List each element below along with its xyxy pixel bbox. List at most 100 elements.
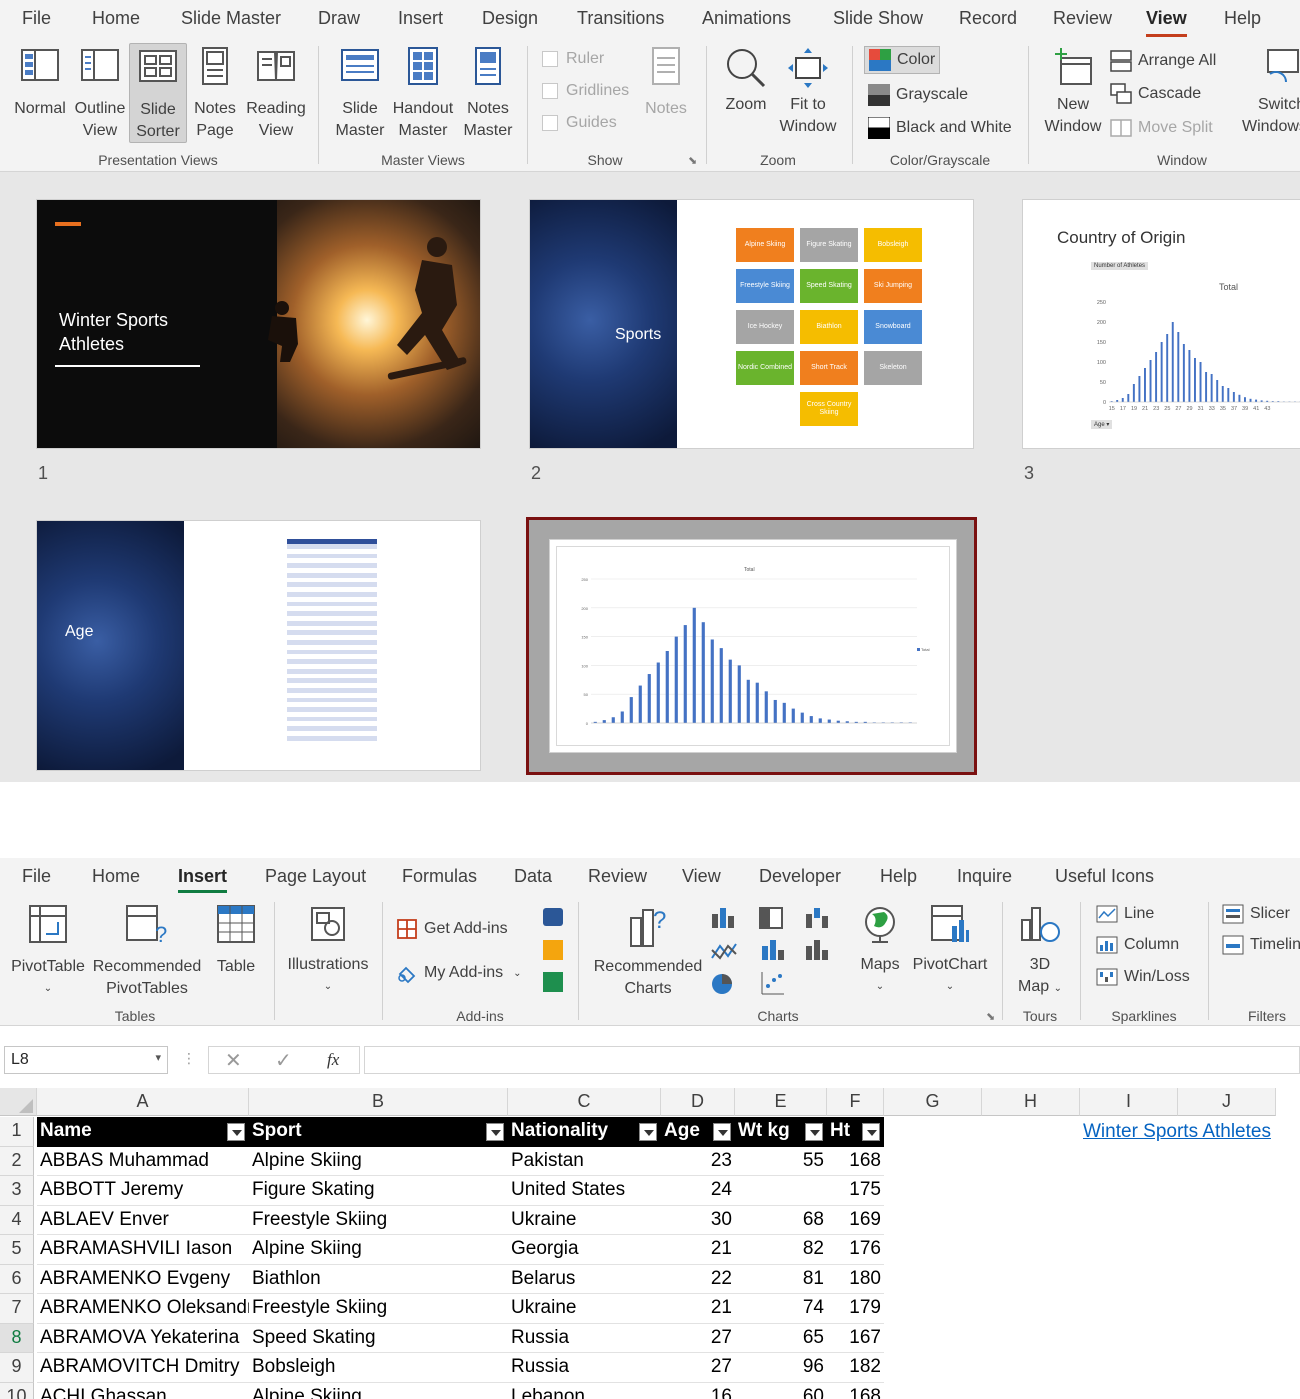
xl-tab-data[interactable]: Data bbox=[514, 866, 552, 887]
notes-button[interactable]: Notes bbox=[642, 46, 690, 126]
pivotchart-button[interactable]: PivotChart ⌄ bbox=[910, 904, 990, 1000]
table-cell[interactable]: Russia bbox=[508, 1324, 661, 1353]
table-cell[interactable]: 81 bbox=[735, 1265, 827, 1294]
filter-dropdown-icon[interactable] bbox=[862, 1123, 880, 1141]
xl-tab-developer[interactable]: Developer bbox=[759, 866, 841, 887]
table-cell[interactable]: 82 bbox=[735, 1235, 827, 1265]
ppt-tab-slide-master[interactable]: Slide Master bbox=[181, 8, 281, 29]
table-cell[interactable]: Pakistan bbox=[508, 1147, 661, 1176]
xl-tab-useful-icons[interactable]: Useful Icons bbox=[1055, 866, 1154, 887]
gridlines-checkbox[interactable]: Gridlines bbox=[542, 82, 629, 100]
row-header[interactable]: 2 bbox=[0, 1146, 34, 1176]
table-cell[interactable]: 27 bbox=[661, 1324, 735, 1353]
table-cell[interactable]: Bobsleigh bbox=[249, 1353, 508, 1383]
table-cell[interactable]: 24 bbox=[661, 1176, 735, 1206]
table-header-cell[interactable]: Nationality bbox=[508, 1117, 661, 1147]
column-header[interactable]: I bbox=[1080, 1088, 1178, 1116]
ppt-tab-home[interactable]: Home bbox=[92, 8, 140, 29]
table-cell[interactable]: ABBOTT Jeremy bbox=[37, 1176, 249, 1206]
black-and-white-button[interactable]: Black and White bbox=[868, 117, 1012, 139]
filter-dropdown-icon[interactable] bbox=[805, 1123, 823, 1141]
table-cell[interactable]: 180 bbox=[827, 1265, 884, 1294]
table-cell[interactable]: 23 bbox=[661, 1147, 735, 1176]
column-header[interactable]: A bbox=[37, 1088, 249, 1116]
name-box[interactable]: L8 ▾ bbox=[4, 1046, 168, 1074]
get-addins-button[interactable]: Get Add-ins bbox=[396, 918, 508, 940]
xl-tab-insert[interactable]: Insert bbox=[178, 866, 228, 893]
zoom-button[interactable]: Zoom bbox=[718, 46, 774, 146]
column-header[interactable]: H bbox=[982, 1088, 1080, 1116]
table-cell[interactable]: Alpine Skiing bbox=[249, 1147, 508, 1176]
filter-dropdown-icon[interactable] bbox=[486, 1123, 504, 1141]
table-cell[interactable]: 55 bbox=[735, 1147, 827, 1176]
table-cell[interactable] bbox=[735, 1176, 827, 1206]
ppt-tab-slide-show[interactable]: Slide Show bbox=[833, 8, 923, 29]
table-cell[interactable]: 60 bbox=[735, 1383, 827, 1399]
select-all-corner[interactable] bbox=[0, 1088, 37, 1116]
xl-tab-file[interactable]: File bbox=[22, 866, 51, 887]
table-cell[interactable]: ABRAMOVITCH Dmitry bbox=[37, 1353, 249, 1383]
xl-tab-review[interactable]: Review bbox=[588, 866, 647, 887]
slide-thumbnail-5-selected[interactable]: Total 0 50 100 150 200 250 Total bbox=[526, 517, 977, 775]
table-cell[interactable]: Ukraine bbox=[508, 1206, 661, 1235]
table-cell[interactable]: ABLAEV Enver bbox=[37, 1206, 249, 1235]
3d-map-button[interactable]: 3D Map ⌄ bbox=[1010, 904, 1070, 1000]
illustrations-button[interactable]: Illustrations ⌄ bbox=[284, 904, 372, 1000]
column-header[interactable]: F bbox=[827, 1088, 884, 1116]
reading-view-button[interactable]: Reading View bbox=[244, 46, 308, 146]
table-cell[interactable]: 182 bbox=[827, 1353, 884, 1383]
table-cell[interactable]: ABRAMENKO Evgeny bbox=[37, 1265, 249, 1294]
filter-dropdown-icon[interactable] bbox=[639, 1123, 657, 1141]
visio-icon[interactable] bbox=[543, 908, 563, 926]
bing-maps-icon[interactable] bbox=[543, 940, 563, 960]
pivottable-button[interactable]: PivotTable ⌄ bbox=[10, 904, 86, 1000]
table-cell[interactable]: 65 bbox=[735, 1324, 827, 1353]
row-header[interactable]: 3 bbox=[0, 1176, 34, 1206]
arrange-all-button[interactable]: Arrange All bbox=[1110, 50, 1216, 72]
xl-tab-help[interactable]: Help bbox=[880, 866, 917, 887]
outline-view-button[interactable]: Outline View bbox=[72, 46, 128, 146]
new-window-button[interactable]: New Window bbox=[1040, 46, 1106, 146]
recommended-pivottables-button[interactable]: ? Recommended PivotTables bbox=[90, 904, 204, 1000]
table-cell[interactable]: Freestyle Skiing bbox=[249, 1294, 508, 1324]
my-addins-button[interactable]: My Add-ins ⌄ bbox=[396, 962, 522, 984]
xl-tab-formulas[interactable]: Formulas bbox=[402, 866, 477, 887]
column-header[interactable]: C bbox=[508, 1088, 661, 1116]
move-split-button[interactable]: Move Split bbox=[1110, 117, 1213, 139]
color-button[interactable]: Color bbox=[864, 46, 941, 74]
sparkline-column-button[interactable]: Column bbox=[1096, 935, 1179, 955]
table-cell[interactable]: ABBAS Muhammad bbox=[37, 1147, 249, 1176]
column-header[interactable]: D bbox=[661, 1088, 735, 1116]
table-header-cell[interactable]: Wt kg bbox=[735, 1117, 827, 1147]
row-header[interactable]: 9 bbox=[0, 1353, 34, 1383]
table-cell[interactable]: Lebanon bbox=[508, 1383, 661, 1399]
xl-tab-page-layout[interactable]: Page Layout bbox=[265, 866, 366, 887]
maps-button[interactable]: Maps ⌄ bbox=[852, 904, 908, 1000]
xl-tab-inquire[interactable]: Inquire bbox=[957, 866, 1012, 887]
dialog-launcher-icon[interactable]: ⬊ bbox=[688, 154, 697, 167]
table-button[interactable]: Table bbox=[208, 904, 264, 1000]
table-cell[interactable]: Freestyle Skiing bbox=[249, 1206, 508, 1235]
row-header[interactable]: 8 bbox=[0, 1323, 34, 1353]
notes-page-button[interactable]: Notes Page bbox=[190, 46, 240, 146]
handout-master-button[interactable]: Handout Master bbox=[390, 46, 456, 146]
table-cell[interactable]: 21 bbox=[661, 1294, 735, 1324]
table-cell[interactable]: Alpine Skiing bbox=[249, 1383, 508, 1399]
xl-tab-view[interactable]: View bbox=[682, 866, 721, 887]
ppt-tab-transitions[interactable]: Transitions bbox=[577, 8, 664, 29]
ppt-tab-review[interactable]: Review bbox=[1053, 8, 1112, 29]
cancel-icon[interactable]: ✕ bbox=[225, 1048, 242, 1073]
table-cell[interactable]: Ukraine bbox=[508, 1294, 661, 1324]
table-header-cell[interactable]: Name bbox=[37, 1117, 249, 1147]
table-cell[interactable]: 74 bbox=[735, 1294, 827, 1324]
winter-sports-hyperlink[interactable]: Winter Sports Athletes bbox=[1083, 1121, 1271, 1143]
ppt-tab-design[interactable]: Design bbox=[482, 8, 538, 29]
table-cell[interactable]: Figure Skating bbox=[249, 1176, 508, 1206]
table-cell[interactable]: ACHI Ghassan bbox=[37, 1383, 249, 1399]
slide-master-button[interactable]: Slide Master bbox=[334, 46, 386, 146]
slicer-button[interactable]: Slicer bbox=[1222, 904, 1290, 924]
row-header[interactable]: 10 bbox=[0, 1382, 34, 1399]
table-cell[interactable]: 27 bbox=[661, 1353, 735, 1383]
ppt-tab-view[interactable]: View bbox=[1146, 8, 1187, 37]
sparkline-winloss-button[interactable]: Win/Loss bbox=[1096, 967, 1190, 987]
